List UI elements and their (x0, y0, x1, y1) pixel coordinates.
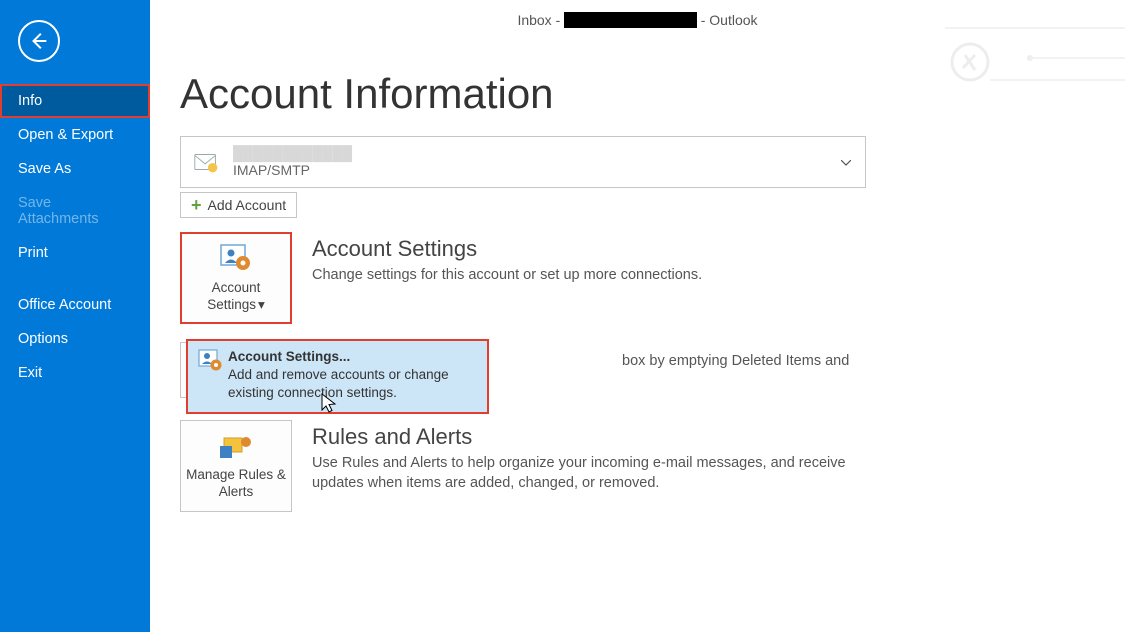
add-account-label: Add Account (208, 197, 287, 213)
sidebar-item-label: Info (18, 93, 42, 109)
sidebar-item-label: Open & Export (18, 127, 113, 143)
arrow-left-icon (28, 30, 50, 52)
sidebar-item-office-account[interactable]: Office Account (0, 288, 150, 322)
chevron-down-icon: ▾ (258, 297, 265, 313)
add-account-button[interactable]: + Add Account (180, 192, 297, 218)
chevron-down-icon (841, 153, 851, 171)
sidebar-item-save-attachments: Save Attachments (0, 186, 150, 236)
account-selector[interactable]: ████████████ IMAP/SMTP (180, 136, 866, 188)
backstage-sidebar: Info Open & Export Save As Save Attachme… (0, 0, 150, 632)
rules-alerts-icon (218, 432, 254, 463)
sidebar-item-label: Save As (18, 161, 71, 177)
sidebar-item-options[interactable]: Options (0, 322, 150, 356)
plus-icon: + (191, 196, 202, 214)
manage-rules-alerts-tile[interactable]: Manage Rules & Alerts (180, 420, 292, 512)
title-suffix: - Outlook (701, 12, 758, 28)
popup-title: Account Settings... (228, 349, 477, 364)
title-prefix: Inbox - (517, 12, 564, 28)
mail-account-icon (191, 144, 223, 180)
sidebar-item-print[interactable]: Print (0, 236, 150, 270)
sidebar-item-label: Exit (18, 365, 42, 381)
section-description: Use Rules and Alerts to help organize yo… (312, 454, 872, 493)
title-email-redacted: user@example.com (564, 12, 697, 28)
section-heading: Account Settings (312, 236, 702, 262)
sidebar-item-label: Save Attachments (18, 195, 99, 227)
account-settings-tile[interactable]: Account Settings ▾ (180, 232, 292, 324)
sidebar-item-label: Print (18, 245, 48, 261)
popup-description: Add and remove accounts or change existi… (228, 366, 477, 402)
back-button[interactable] (18, 20, 60, 62)
sidebar-item-save-as[interactable]: Save As (0, 152, 150, 186)
tile-label: Account Settings ▾ (182, 280, 290, 312)
sidebar-item-open-export[interactable]: Open & Export (0, 118, 150, 152)
watermark-icon (945, 20, 1125, 100)
section-rules-alerts: Manage Rules & Alerts Rules and Alerts U… (180, 420, 1095, 512)
account-protocol: IMAP/SMTP (233, 162, 352, 180)
main-panel: Inbox - user@example.com - Outlook Accou… (150, 0, 1125, 632)
tile-label: Manage Rules & Alerts (181, 467, 291, 499)
sidebar-item-label: Options (18, 331, 68, 347)
sidebar-item-info[interactable]: Info (0, 84, 150, 118)
account-settings-icon (198, 349, 228, 402)
sidebar-item-label: Office Account (18, 297, 111, 313)
account-email: ████████████ (233, 145, 352, 163)
section-heading: Rules and Alerts (312, 424, 872, 450)
section-description: Change settings for this account or set … (312, 266, 702, 286)
account-settings-icon (219, 243, 253, 276)
sidebar-item-exit[interactable]: Exit (0, 356, 150, 390)
section-account-settings: Account Settings ▾ Account Settings Chan… (180, 232, 1095, 324)
mouse-cursor-icon (320, 392, 338, 414)
